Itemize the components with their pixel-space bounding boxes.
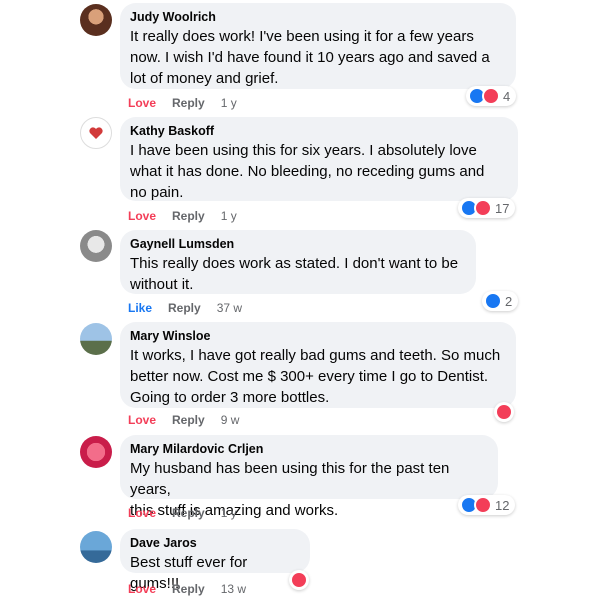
avatar[interactable] [80,436,112,468]
comment-author[interactable]: Mary Winsloe [130,328,506,344]
comment-author[interactable]: Gaynell Lumsden [130,236,466,252]
reaction-summary[interactable] [494,402,514,422]
reply-button[interactable]: Reply [172,413,205,427]
comment-actions: Love Reply 1 y [128,209,237,223]
reaction-summary[interactable] [289,570,309,590]
love-icon [474,496,492,514]
reply-button[interactable]: Reply [172,582,205,596]
reply-button[interactable]: Reply [168,301,201,315]
comment-actions: Love Reply 9 w [128,413,239,427]
comment-bubble: Judy Woolrich It really does work! I've … [120,3,516,89]
reply-button[interactable]: Reply [172,506,205,520]
reaction-count: 12 [495,497,510,513]
love-icon [482,87,500,105]
reaction-summary[interactable]: 12 [458,495,516,515]
comment-age[interactable]: 1 y [221,506,237,520]
comment-author[interactable]: Mary Milardovic Crljen [130,441,488,457]
love-icon [474,199,492,217]
avatar[interactable] [80,4,112,36]
comment-text: It works, I have got really bad gums and… [130,347,501,406]
avatar[interactable] [80,230,112,262]
reaction-count: 2 [505,293,513,309]
comment-age[interactable]: 13 w [221,582,246,596]
comment-text: I have been using this for six years. I … [130,142,485,201]
comment-bubble: Mary Winsloe It works, I have got really… [120,322,516,408]
avatar[interactable] [80,117,112,149]
comment-age[interactable]: 1 y [221,209,237,223]
comment-age[interactable]: 9 w [221,413,240,427]
reaction-summary[interactable]: 4 [466,86,517,106]
reply-button[interactable]: Reply [172,96,205,110]
reaction-count: 4 [503,88,511,104]
reaction-summary[interactable]: 17 [458,198,516,218]
reaction-count: 17 [495,200,510,216]
comment-author[interactable]: Dave Jaros [130,535,300,551]
comment-actions: Love Reply 1 y [128,96,237,110]
comment-age[interactable]: 37 w [217,301,242,315]
comment-bubble: Mary Milardovic Crljen My husband has be… [120,435,498,519]
comment-bubble: Kathy Baskoff I have been using this for… [120,117,518,201]
like-button[interactable]: Like [128,301,152,315]
love-button[interactable]: Love [128,96,156,110]
reaction-summary[interactable]: 2 [482,291,519,311]
comment-actions: Love Reply 13 w [128,582,246,596]
comment-bubble: Dave Jaros Best stuff ever for gums!!! [120,529,310,592]
love-button[interactable]: Love [128,413,156,427]
love-button[interactable]: Love [128,209,156,223]
love-button[interactable]: Love [128,582,156,596]
comment-text: This really does work as stated. I don't… [130,255,459,293]
comment-age[interactable]: 1 y [221,96,237,110]
love-icon [290,571,308,589]
comment-actions: Like Reply 37 w [128,301,242,315]
comment-bubble: Gaynell Lumsden This really does work as… [120,230,476,294]
like-icon [484,292,502,310]
comment-actions: Love Reply 1 y [128,506,237,520]
reply-button[interactable]: Reply [172,209,205,223]
avatar[interactable] [80,531,112,563]
comment-author[interactable]: Judy Woolrich [130,9,506,25]
comment-text: It really does work! I've been using it … [130,28,490,87]
love-button[interactable]: Love [128,506,156,520]
comment-author[interactable]: Kathy Baskoff [130,123,508,139]
heart-logo-icon [89,127,103,139]
love-icon [495,403,513,421]
avatar[interactable] [80,323,112,355]
